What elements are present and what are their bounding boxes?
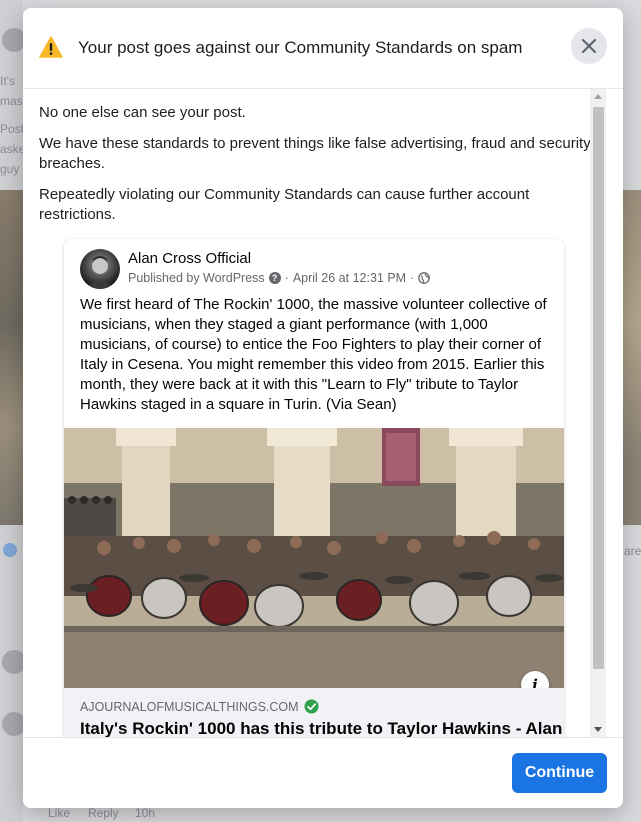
background-text: Like <box>48 806 71 820</box>
caret-down-icon <box>594 727 602 732</box>
dialog-title: Your post goes against our Community Sta… <box>78 38 523 57</box>
dialog-header: Your post goes against our Community Sta… <box>23 8 623 89</box>
post-link-image[interactable] <box>64 428 564 688</box>
close-button[interactable] <box>571 28 607 64</box>
dialog-body: No one else can see your post. We have t… <box>23 89 623 737</box>
link-domain-row: AJOURNALOFMUSICALTHINGS.COM <box>80 699 319 714</box>
background-text: It's <box>0 74 15 88</box>
warning-icon <box>39 36 63 58</box>
question-icon[interactable]: ? <box>268 272 281 284</box>
background-text: are <box>624 544 641 558</box>
published-by-text: Published by WordPress <box>128 271 265 285</box>
background-text: Reply <box>88 806 119 820</box>
flagged-post-card: Alan Cross Official Published by WordPre… <box>64 239 564 737</box>
author-avatar[interactable] <box>80 249 120 289</box>
dialog-scrollbar[interactable] <box>590 89 606 737</box>
background-photo <box>623 190 641 525</box>
background-text: 10h <box>135 806 156 820</box>
link-domain: AJOURNALOFMUSICALTHINGS.COM <box>80 699 299 714</box>
background-text: mas <box>0 94 23 108</box>
dialog-footer: Continue <box>23 737 623 808</box>
drummers-photo <box>64 428 564 688</box>
dialog-paragraph: No one else can see your post. <box>39 104 246 121</box>
link-title[interactable]: Italy's Rockin' 1000 has this tribute to… <box>80 719 562 737</box>
dialog-paragraph: Repeatedly violating our Community Stand… <box>39 186 530 223</box>
verified-check-icon <box>304 699 319 714</box>
post-author-name[interactable]: Alan Cross Official <box>128 250 251 267</box>
background-photo <box>0 190 23 525</box>
dialog-paragraph: We have these standards to prevent thing… <box>39 135 591 172</box>
dialog-message: No one else can see your post. We have t… <box>39 103 599 236</box>
post-meta: Published by WordPress ? · April 26 at 1… <box>128 271 431 285</box>
like-reaction-icon <box>3 543 17 557</box>
scroll-up-arrow[interactable] <box>590 89 606 103</box>
community-standards-dialog: Your post goes against our Community Sta… <box>23 8 623 808</box>
post-body-text: We first heard of The Rockin' 1000, the … <box>80 296 547 413</box>
scroll-thumb[interactable] <box>593 107 604 669</box>
continue-button[interactable]: Continue <box>512 753 607 793</box>
meta-separator: · <box>284 271 289 285</box>
post-date[interactable]: April 26 at 12:31 PM <box>293 271 406 285</box>
avatar-image <box>86 256 114 289</box>
background-text: guy <box>0 162 20 176</box>
scroll-down-arrow[interactable] <box>590 723 606 737</box>
link-preview[interactable]: AJOURNALOFMUSICALTHINGS.COM Italy's Rock… <box>64 688 564 737</box>
meta-separator: · <box>410 271 415 285</box>
background-text: aske <box>0 142 26 156</box>
globe-icon <box>418 272 431 284</box>
background-text: Post <box>0 122 25 136</box>
close-icon <box>581 38 597 54</box>
caret-up-icon <box>594 94 602 99</box>
